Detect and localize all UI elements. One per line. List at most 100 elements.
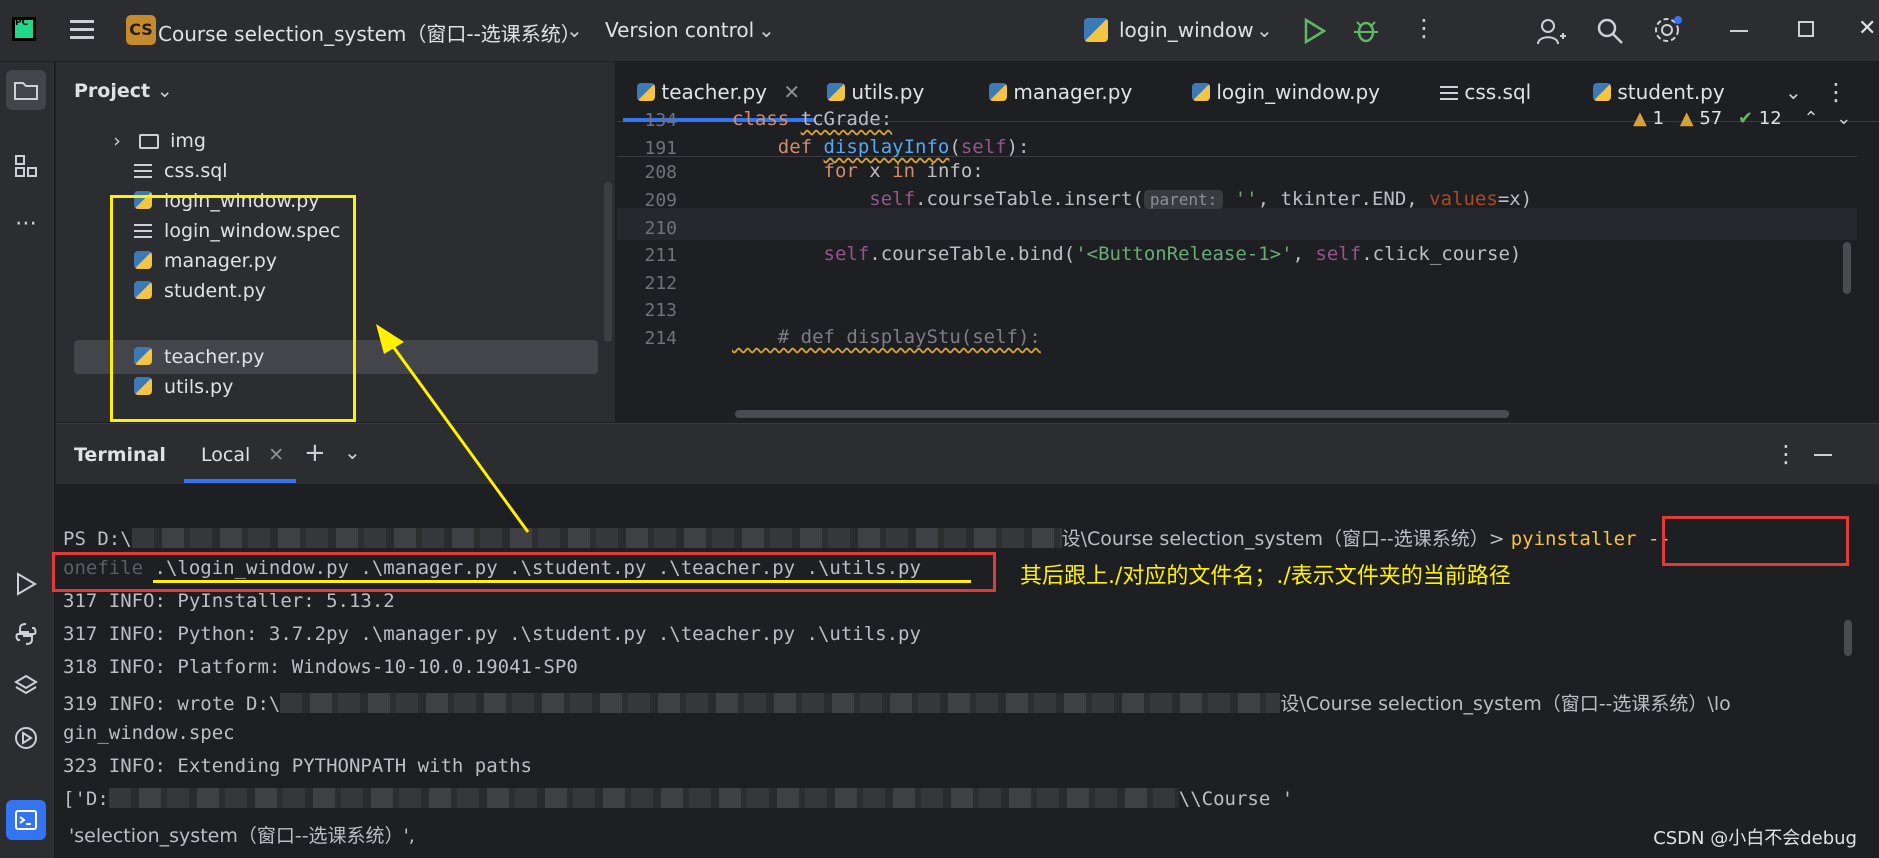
project-folder-icon[interactable] — [6, 70, 46, 110]
structure-icon[interactable] — [6, 146, 46, 186]
python-file-icon — [827, 83, 845, 101]
terminal-line: PS D:\ 设\Course selection_system（窗口--选课系统… — [63, 528, 1671, 550]
text-file-icon — [134, 164, 152, 178]
line-number: 212 — [644, 273, 677, 294]
annotation-yellow-box — [110, 195, 356, 422]
add-user-icon[interactable] — [1536, 16, 1566, 46]
editor-vertical-scrollbar[interactable] — [1843, 242, 1851, 294]
check-count: 12 — [1758, 108, 1782, 129]
annotation-underline — [153, 580, 971, 583]
watermark: CSDN @小白不会debug — [1653, 828, 1857, 849]
python-console-icon[interactable] — [6, 614, 46, 654]
terminal-icon[interactable] — [6, 800, 46, 840]
tree-item-label: img — [170, 130, 206, 152]
prev-highlight-icon[interactable]: ⌃ — [1803, 108, 1818, 129]
tree-item-img-folder[interactable]: › img — [106, 124, 206, 158]
minimize-icon[interactable] — [1730, 30, 1748, 32]
tree-item-css-sql[interactable]: css.sql — [132, 154, 228, 188]
blurred-path — [108, 788, 1179, 808]
text-file-icon — [1440, 86, 1458, 100]
chevron-right-icon[interactable]: › — [106, 124, 128, 158]
error-count: 1 — [1652, 108, 1665, 129]
debug-bug-icon[interactable] — [1352, 16, 1380, 44]
python-file-icon — [1192, 83, 1210, 101]
run-play-icon[interactable] — [1302, 18, 1326, 44]
terminal-line: 319 INFO: wrote D:\ 设\Course selection_sy… — [63, 693, 1731, 715]
tab-label: login_window.py — [1216, 80, 1381, 104]
line-number: 210 — [644, 218, 677, 239]
project-name[interactable]: Course selection_system（窗口--选课系统） — [158, 18, 581, 47]
more-actions-icon[interactable]: ⋮ — [1412, 14, 1436, 42]
terminal-panel: Terminal Local ✕ + ⌄ ⋮ PS D:\ 设\Course se… — [56, 423, 1879, 858]
terminal-tab-label: Local — [201, 444, 251, 466]
main-menu-icon[interactable] — [70, 20, 94, 23]
current-line-highlight — [617, 208, 1857, 240]
terminal-line: 317 INFO: Python: 3.7.2py .\manager.py .… — [63, 623, 921, 645]
folder-icon — [139, 134, 160, 149]
project-dropdown-chevron-icon[interactable]: ⌄ — [566, 18, 583, 42]
restore-window-icon[interactable] — [1798, 21, 1814, 37]
terminal-header: Terminal Local ✕ + ⌄ ⋮ — [56, 424, 1879, 484]
run-tool-icon[interactable] — [6, 564, 46, 604]
new-terminal-plus-icon[interactable]: + — [304, 438, 326, 468]
tab-label: css.sql — [1464, 80, 1532, 104]
line-number: 214 — [644, 328, 677, 349]
hide-terminal-icon[interactable] — [1814, 454, 1832, 456]
editor-area: teacher.py ✕ utils.py manager.py login_w… — [617, 62, 1879, 422]
tab-login-window-py[interactable]: login_window.py — [1192, 62, 1380, 122]
check-icon: ✔ — [1737, 108, 1754, 129]
code-line[interactable]: self.courseTable.insert(parent: '', tkin… — [732, 188, 1532, 210]
close-terminal-tab-icon[interactable]: ✕ — [268, 444, 284, 466]
code-line[interactable]: for x in info: — [732, 160, 984, 182]
run-configuration-selector[interactable]: login_window — [1119, 18, 1254, 42]
line-number: 191 — [644, 138, 677, 159]
terminal-line: 323 INFO: Extending PYTHONPATH with path… — [63, 755, 532, 777]
close-window-icon[interactable]: ✕ — [1858, 16, 1876, 41]
warning-icon: ▲ — [1679, 108, 1694, 129]
settings-gear-icon[interactable] — [1652, 14, 1684, 46]
annotation-note: 其后跟上./对应的文件名；./表示文件夹的当前路径 — [1020, 564, 1511, 589]
terminal-options-icon[interactable]: ⋮ — [1774, 440, 1798, 468]
tab-css-sql[interactable]: css.sql — [1440, 62, 1531, 122]
error-icon: ▲ — [1633, 108, 1647, 129]
project-panel-title[interactable]: Project ⌄ — [74, 80, 173, 102]
tab-label: utils.py — [851, 80, 925, 104]
tree-item-label: css.sql — [164, 160, 228, 182]
project-badge[interactable]: CS — [126, 15, 156, 45]
python-run-config-icon — [1084, 18, 1110, 44]
code-line[interactable]: # def displayStu(self): — [732, 326, 1041, 348]
terminal-line: gin_window.spec — [63, 722, 235, 744]
code-line[interactable]: class tcGrade: — [732, 108, 892, 130]
search-icon[interactable] — [1596, 17, 1624, 45]
inspection-widget[interactable]: ▲ 1 ▲ 57 ✔ 12 ⌃ ⌄ — [1633, 108, 1851, 129]
line-number: 213 — [644, 300, 677, 321]
terminal-dropdown-chevron-icon[interactable]: ⌄ — [344, 440, 361, 464]
run-config-chevron-icon[interactable]: ⌄ — [1256, 18, 1273, 42]
code-line[interactable]: self.courseTable.bind('<ButtonRelease-1>… — [732, 243, 1522, 265]
terminal-line: 317 INFO: PyInstaller: 5.13.2 — [63, 590, 395, 612]
close-tab-icon[interactable]: ✕ — [783, 80, 800, 104]
version-control-menu[interactable]: Version control — [605, 18, 754, 42]
line-number: 208 — [644, 162, 677, 183]
terminal-scrollbar[interactable] — [1844, 620, 1852, 656]
tab-manager-py[interactable]: manager.py — [989, 62, 1132, 122]
title-bar: CS Course selection_system（窗口--选课系统） ⌄ V… — [0, 0, 1879, 62]
terminal-line: 'selection_system（窗口--选课系统）', — [63, 825, 415, 847]
python-packages-layers-icon[interactable] — [6, 666, 46, 706]
services-icon[interactable] — [6, 718, 46, 758]
terminal-line: ['D: \\Course ' — [63, 788, 1294, 810]
terminal-tab-local[interactable]: Local ✕ — [201, 444, 284, 466]
more-tools-icon[interactable]: ⋯ — [6, 204, 46, 244]
line-number: 209 — [644, 190, 677, 211]
annotation-red-box-files — [52, 552, 996, 592]
tab-label: student.py — [1617, 80, 1725, 104]
next-highlight-icon[interactable]: ⌄ — [1836, 108, 1851, 129]
blurred-path — [131, 528, 1062, 548]
line-number: 134 — [644, 110, 677, 131]
terminal-title: Terminal — [74, 444, 166, 466]
editor-horizontal-scrollbar[interactable] — [735, 410, 1509, 418]
project-scrollbar[interactable] — [604, 182, 612, 342]
left-tool-stripe: ⋯ — [0, 62, 55, 858]
code-line[interactable]: def displayInfo(self): — [732, 136, 1030, 158]
python-file-icon — [1593, 83, 1611, 101]
